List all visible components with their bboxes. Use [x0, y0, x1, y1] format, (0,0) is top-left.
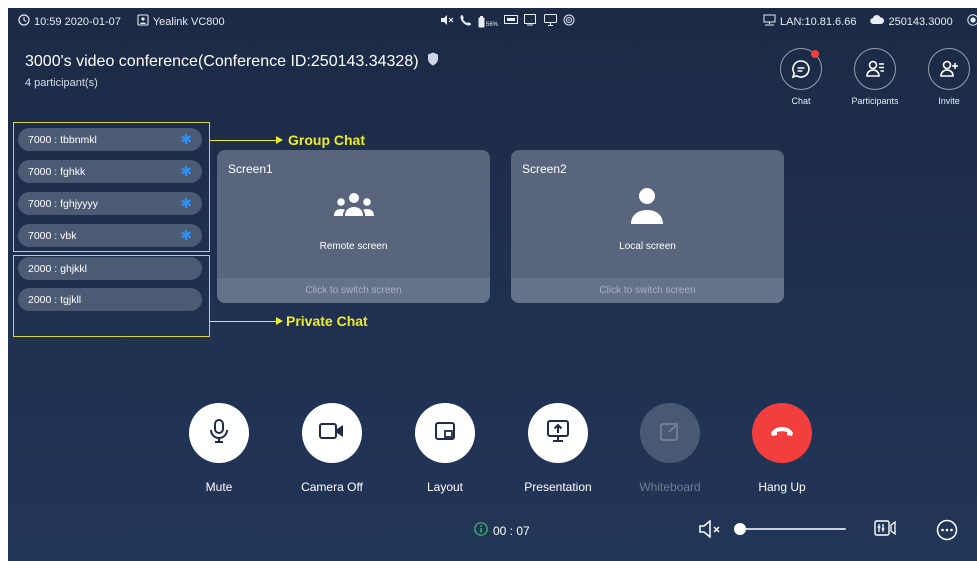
screen-name: Screen2 — [522, 162, 567, 176]
participants-count: 4 participant(s) — [25, 77, 98, 89]
presentation-icon — [547, 419, 569, 447]
screen-name: Screen1 — [228, 162, 273, 176]
group-chat-item[interactable]: 7000 : fghjyyyy ✱ — [18, 192, 202, 215]
cloud-icon — [870, 15, 885, 28]
invite-button[interactable]: Invite — [928, 48, 970, 106]
screen-icon — [504, 14, 519, 29]
camera-off-button[interactable] — [302, 403, 362, 463]
hang-up-button[interactable] — [752, 403, 812, 463]
chat-unread-dot — [811, 50, 819, 58]
invite-label: Invite — [938, 96, 960, 106]
group-chat-star-icon: ✱ — [180, 227, 192, 243]
whiteboard-button[interactable] — [640, 403, 700, 463]
local-person-icon — [628, 187, 666, 230]
screen-label: Local screen — [619, 241, 676, 252]
group-chat-item[interactable]: 7000 : tbbnmkl ✱ — [18, 128, 202, 151]
chat-item-label: 7000 : fghjyyyy — [28, 197, 99, 210]
phone-icon — [460, 14, 472, 29]
group-chat-star-icon: ✱ — [180, 131, 192, 147]
hangup-icon — [770, 424, 794, 442]
cloud-account: 250143.3000 — [888, 15, 953, 28]
hang-up-label: Hang Up — [758, 480, 806, 494]
call-timer: 00 : 07 — [474, 522, 530, 539]
chat-item-label: 7000 : fghkk — [28, 165, 86, 178]
status-right: LAN:10.81.6.66 250143.3000 800 — [763, 14, 977, 29]
lan-address: LAN:10.81.6.66 — [780, 15, 857, 28]
remote-group-icon — [334, 192, 374, 223]
mute-label: Mute — [205, 480, 233, 494]
status-center-icons: 56% — [440, 14, 575, 29]
status-device-name: Yealink VC800 — [152, 15, 225, 28]
account-icon — [966, 14, 977, 29]
private-chat-arrowhead — [276, 317, 283, 325]
volume-muted-icon — [698, 519, 724, 542]
status-datetime: 10:59 2020-01-07 — [34, 15, 121, 28]
battery-percent: 56% — [486, 21, 499, 28]
chat-label: Chat — [791, 96, 811, 106]
chat-item-label: 7000 : tbbnmkl — [28, 133, 97, 146]
group-chat-arrowhead — [276, 136, 283, 144]
conference-screen: 10:59 2020-01-07 Yealink VC800 56% LAN:1… — [8, 8, 977, 561]
screen-label: Remote screen — [319, 241, 388, 252]
group-chat-arrow — [210, 140, 277, 141]
switch-screen-hint: Click to switch screen — [511, 278, 784, 303]
call-duration: 00 : 07 — [493, 523, 530, 538]
camera-off-label: Camera Off — [301, 480, 363, 494]
camera-icon — [319, 422, 345, 445]
battery-icon: 56% — [478, 15, 499, 28]
device-icon — [137, 14, 149, 29]
mute-speaker-icon — [440, 14, 454, 29]
group-chat-star-icon: ✱ — [180, 195, 192, 211]
more-button[interactable] — [936, 519, 958, 546]
volume-knob[interactable] — [734, 523, 746, 535]
presentation-button[interactable] — [528, 403, 588, 463]
invite-icon — [928, 48, 970, 90]
more-icon — [936, 519, 958, 545]
chat-item-label: 7000 : vbk — [28, 229, 77, 242]
mute-button[interactable] — [189, 403, 249, 463]
conference-title-row: 3000's video conference(Conference ID:25… — [25, 52, 439, 71]
participants-icon — [854, 48, 896, 90]
lan-icon — [763, 14, 776, 29]
monitor-icon — [544, 14, 558, 29]
private-chat-item[interactable]: 2000 : ghjkkl — [18, 257, 202, 280]
whiteboard-icon — [660, 421, 680, 446]
microphone-icon — [208, 418, 230, 448]
participants-button[interactable]: Participants — [851, 48, 899, 106]
group-chat-star-icon: ✱ — [180, 163, 192, 179]
whiteboard-label: Whiteboard — [639, 480, 701, 494]
layout-icon — [435, 421, 455, 445]
volume-mute-button[interactable] — [698, 519, 724, 543]
private-chat-arrow — [210, 321, 277, 322]
participants-label: Participants — [851, 96, 899, 106]
private-chat-item[interactable]: 2000 : tgjkll — [18, 288, 202, 311]
group-chat-annotation: Group Chat — [288, 132, 365, 148]
screen1-card[interactable]: Screen1 Remote screen Click to switch sc… — [217, 150, 490, 303]
volume-slider[interactable] — [730, 520, 848, 538]
group-chat-item[interactable]: 7000 : vbk ✱ — [18, 224, 202, 247]
info-icon — [474, 522, 488, 539]
status-left: 10:59 2020-01-07 Yealink VC800 — [18, 14, 225, 29]
wireless-icon — [563, 14, 575, 29]
chat-item-label: 2000 : ghjkkl — [28, 262, 87, 275]
clock-icon — [18, 14, 30, 29]
chat-button[interactable]: Chat — [780, 48, 822, 106]
display-icon — [524, 14, 538, 29]
settings-icon — [874, 520, 896, 540]
screen2-card[interactable]: Screen2 Local screen Click to switch scr… — [511, 150, 784, 303]
shield-icon — [427, 52, 439, 71]
layout-button[interactable] — [415, 403, 475, 463]
chat-item-label: 2000 : tgjkll — [28, 293, 82, 306]
audio-settings-button[interactable] — [874, 520, 896, 541]
volume-track — [734, 528, 846, 530]
group-chat-item[interactable]: 7000 : fghkk ✱ — [18, 160, 202, 183]
presentation-label: Presentation — [524, 480, 592, 494]
switch-screen-hint: Click to switch screen — [217, 278, 490, 303]
layout-label: Layout — [426, 480, 464, 494]
private-chat-annotation: Private Chat — [286, 313, 368, 329]
conference-title: 3000's video conference(Conference ID:25… — [25, 52, 419, 70]
